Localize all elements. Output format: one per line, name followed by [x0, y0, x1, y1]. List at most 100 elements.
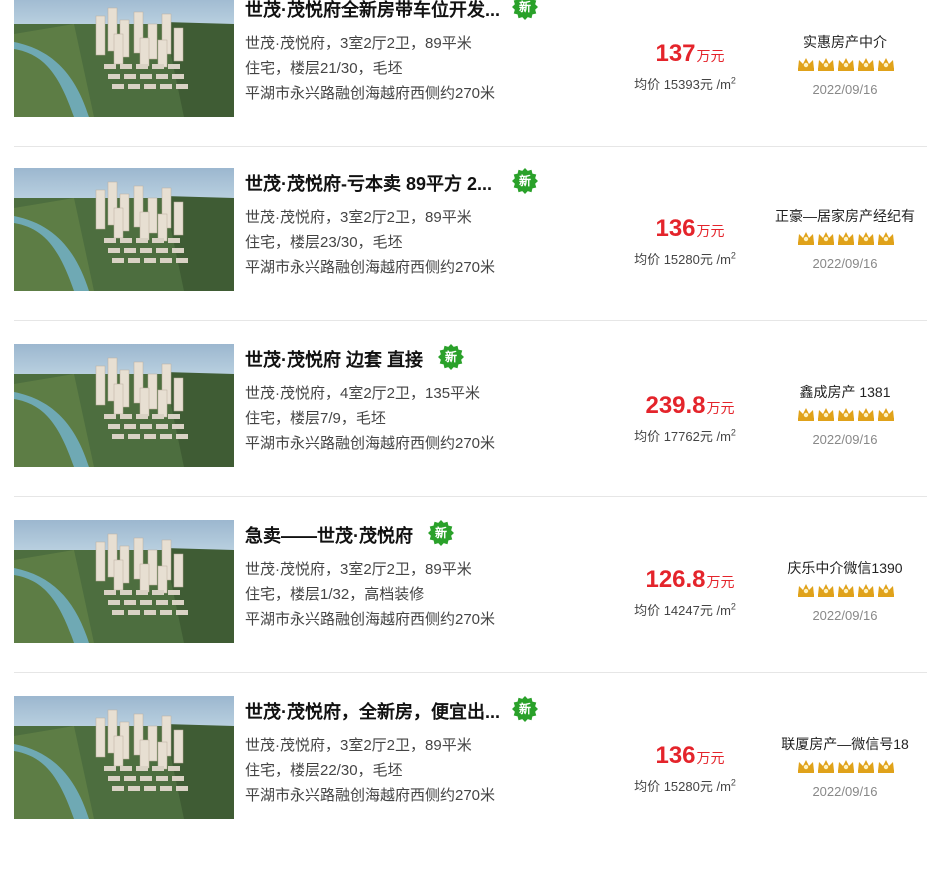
price-value: 239.8 — [645, 392, 706, 419]
unit-price-value: 15393 — [663, 77, 700, 92]
divider — [14, 146, 927, 147]
listing-info: 住宅，楼层23/30，毛坯 — [245, 234, 403, 251]
listing-info: 住宅，楼层1/32，高档装修 — [245, 586, 425, 603]
new-badge-label: 新 — [518, 174, 531, 188]
new-badge: 新 — [512, 696, 538, 722]
crown-icon — [838, 408, 854, 421]
new-badge-label: 新 — [434, 526, 447, 540]
price-unit: 万元 — [706, 400, 735, 416]
unit-price-suffix: 元 /m — [699, 779, 731, 794]
listing-layout: 世茂·茂悦府，3室2厅2卫，89平米 — [245, 209, 472, 226]
price-unit: 万元 — [696, 750, 725, 766]
listing-info: 住宅，楼层21/30，毛坯 — [245, 60, 403, 77]
divider — [14, 672, 927, 673]
price-value: 137 — [655, 40, 696, 67]
unit-price-prefix: 均价 — [634, 603, 661, 618]
unit-price-value: 17762 — [663, 429, 700, 444]
agent-name[interactable]: 联厦房产—微信号18 — [760, 734, 930, 754]
new-badge-label: 新 — [444, 350, 457, 364]
unit-price-value: 15280 — [663, 252, 700, 267]
unit-price: 均价 17762元 /m2 — [600, 426, 770, 445]
listing-item[interactable]: 世茂·茂悦府，全新房，便宜出... 新世茂·茂悦府，3室2厅2卫，89平米 住宅，楼… — [0, 696, 935, 871]
listing-date: 2022/09/16 — [812, 256, 878, 271]
unit-price-exponent: 2 — [730, 427, 736, 438]
unit-price: 均价 14247元 /m2 — [600, 600, 770, 619]
agent-name[interactable]: 鑫成房产 1381 — [760, 382, 930, 402]
unit-price-exponent: 2 — [730, 777, 736, 788]
agent-name[interactable]: 实惠房产中介 — [760, 32, 930, 52]
listing-photo[interactable] — [14, 0, 234, 117]
crown-icon — [838, 760, 854, 773]
price-value: 136 — [655, 215, 696, 242]
crown-icon — [818, 232, 834, 245]
agent-rating — [797, 230, 897, 246]
listing-layout: 世茂·茂悦府，4室2厅2卫，135平米 — [245, 385, 481, 402]
listing-title[interactable]: 世茂·茂悦府全新房带车位开发... — [245, 0, 500, 20]
listing-address: 平湖市永兴路融创海越府西侧约270米 — [245, 435, 496, 452]
crown-icon — [838, 584, 854, 597]
crown-icon — [878, 760, 894, 773]
listing-photo[interactable] — [14, 168, 234, 291]
listing-address: 平湖市永兴路融创海越府西侧约270米 — [245, 85, 496, 102]
listing-info: 住宅，楼层7/9，毛坯 — [245, 410, 386, 427]
listing-title[interactable]: 世茂·茂悦府，全新房，便宜出... — [245, 698, 500, 722]
listing-title[interactable]: 世茂·茂悦府-亏本卖 89平方 2... — [245, 170, 500, 194]
price-unit: 万元 — [696, 223, 725, 239]
listing-photo[interactable] — [14, 344, 234, 467]
agent-name[interactable]: 正豪—居家房产经纪有 — [760, 206, 930, 226]
unit-price-suffix: 元 /m — [699, 429, 731, 444]
crown-icon — [818, 584, 834, 597]
price-unit: 万元 — [696, 48, 725, 64]
new-badge-label: 新 — [518, 0, 531, 14]
listing-title[interactable]: 急卖——世茂·茂悦府 — [245, 522, 500, 546]
listing-address: 平湖市永兴路融创海越府西侧约270米 — [245, 611, 496, 628]
listing-item[interactable]: 世茂·茂悦府-亏本卖 89平方 2... 新世茂·茂悦府，3室2厅2卫，89平米住… — [0, 168, 935, 343]
listing-date: 2022/09/16 — [812, 608, 878, 623]
listing-item[interactable]: 世茂·茂悦府全新房带车位开发... 新世茂·茂悦府，3室2厅2卫，89平米 住宅，楼… — [0, 0, 935, 169]
price-value: 136 — [655, 742, 696, 769]
unit-price: 均价 15280元 /m2 — [600, 249, 770, 268]
crown-icon — [838, 58, 854, 71]
listing-item[interactable]: 急卖——世茂·茂悦府新世茂·茂悦府，3室2厅2卫，89平米 住宅，楼层1/32，高… — [0, 520, 935, 695]
price-total: 126.8万元 — [600, 566, 780, 594]
crown-icon — [798, 232, 814, 245]
unit-price-prefix: 均价 — [634, 77, 661, 92]
divider — [14, 496, 927, 497]
unit-price-prefix: 均价 — [634, 779, 661, 794]
unit-price-suffix: 元 /m — [699, 252, 731, 267]
listing-photo[interactable] — [14, 520, 234, 643]
listing-layout: 世茂·茂悦府，3室2厅2卫，89平米 — [245, 561, 472, 578]
crown-icon — [858, 232, 874, 245]
listing-item[interactable]: 世茂·茂悦府 边套 直接新世茂·茂悦府，4室2厅2卫，135平米 住宅，楼层7/9… — [0, 344, 935, 519]
unit-price-exponent: 2 — [730, 75, 736, 86]
crown-icon — [858, 760, 874, 773]
price-total: 136万元 — [600, 215, 780, 243]
listing-photo[interactable] — [14, 696, 234, 819]
crown-icon — [878, 408, 894, 421]
listing-date: 2022/09/16 — [812, 82, 878, 97]
listing-address: 平湖市永兴路融创海越府西侧约270米 — [245, 787, 496, 804]
unit-price-exponent: 2 — [730, 601, 736, 612]
divider — [14, 320, 927, 321]
unit-price-suffix: 元 /m — [699, 603, 731, 618]
listing-date: 2022/09/16 — [812, 432, 878, 447]
listing-date: 2022/09/16 — [812, 784, 878, 799]
listing-address: 平湖市永兴路融创海越府西侧约270米 — [245, 259, 496, 276]
unit-price-value: 14247 — [663, 603, 700, 618]
price-total: 137万元 — [600, 40, 780, 68]
crown-icon — [878, 584, 894, 597]
crown-icon — [878, 58, 894, 71]
crown-icon — [818, 408, 834, 421]
price-unit: 万元 — [706, 574, 735, 590]
unit-price-exponent: 2 — [730, 250, 736, 261]
unit-price: 均价 15393元 /m2 — [600, 74, 770, 93]
new-badge: 新 — [512, 168, 538, 194]
unit-price-prefix: 均价 — [634, 252, 661, 267]
unit-price-suffix: 元 /m — [699, 77, 731, 92]
agent-rating — [797, 56, 897, 72]
crown-icon — [798, 760, 814, 773]
price-total: 136万元 — [600, 742, 780, 770]
agent-name[interactable]: 庆乐中介微信1390 — [760, 558, 930, 578]
crown-icon — [878, 232, 894, 245]
agent-rating — [797, 758, 897, 774]
